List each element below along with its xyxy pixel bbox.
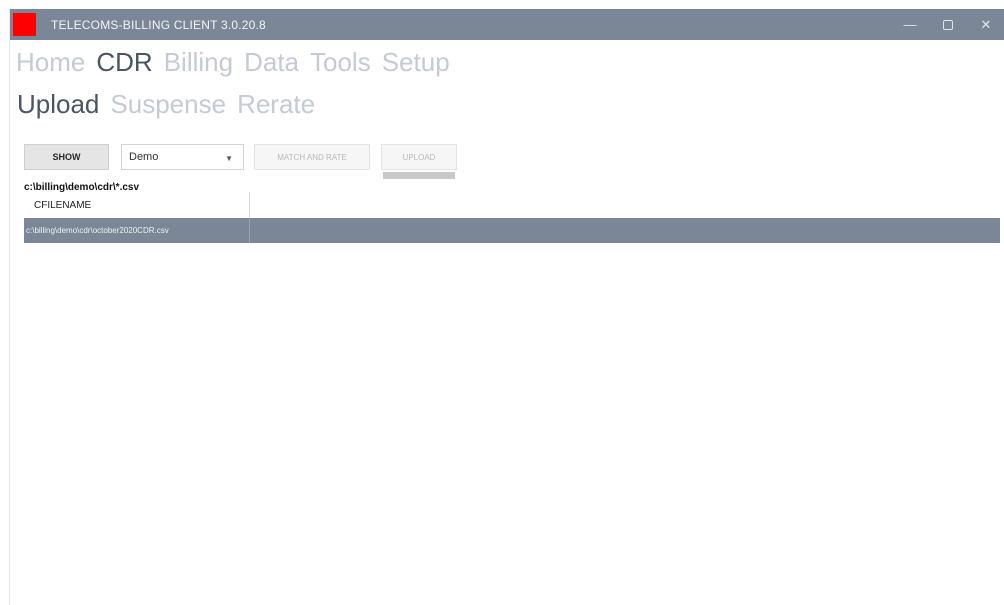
close-button[interactable]: ✕ [967,9,1004,40]
menu-item-setup[interactable]: Setup [382,46,450,78]
title-bar[interactable]: TELECOMS-BILLING CLIENT 3.0.20.8 — ✕ [10,9,1004,40]
tab-rerate[interactable]: Rerate [237,88,315,120]
app-window: TELECOMS-BILLING CLIENT 3.0.20.8 — ✕ Hom… [9,9,1004,605]
upload-button[interactable]: UPLOAD [381,144,457,170]
chevron-down-icon: ▼ [225,154,233,163]
column-header-cfilename[interactable]: CFILENAME [24,192,250,218]
minimize-button[interactable]: — [891,9,929,40]
show-button[interactable]: SHOW [24,144,109,170]
match-and-rate-button[interactable]: MATCH AND RATE [254,144,370,170]
tab-upload[interactable]: Upload [17,88,99,120]
app-logo-icon [13,13,36,36]
menu-item-cdr[interactable]: CDR [96,46,152,78]
menu-item-home[interactable]: Home [16,46,85,78]
minimize-icon: — [903,17,917,32]
menu-item-data[interactable]: Data [244,46,299,78]
tab-suspense[interactable]: Suspense [110,88,226,120]
table-cell-filename[interactable]: c:\billing\demo\cdr\october2020CDR.csv [24,218,250,243]
sub-tabs: Upload Suspense Rerate [17,88,315,120]
main-menu: Home CDR Billing Data Tools Setup [16,46,450,78]
grid-header: CFILENAME [24,192,1000,219]
close-icon: ✕ [980,16,992,32]
maximize-icon [943,19,953,30]
menu-item-billing[interactable]: Billing [164,46,233,78]
profile-select-value: Demo [129,151,159,163]
profile-select[interactable]: Demo ▼ [121,144,244,170]
file-grid: CFILENAME c:\billing\demo\cdr\october202… [24,192,1000,245]
upload-progress-bar [383,172,455,179]
window-title: TELECOMS-BILLING CLIENT 3.0.20.8 [51,17,266,32]
maximize-button[interactable] [929,9,967,40]
menu-item-tools[interactable]: Tools [310,46,371,78]
window-controls: — ✕ [891,9,1004,40]
table-row[interactable]: c:\billing\demo\cdr\october2020CDR.csv [24,218,1000,243]
